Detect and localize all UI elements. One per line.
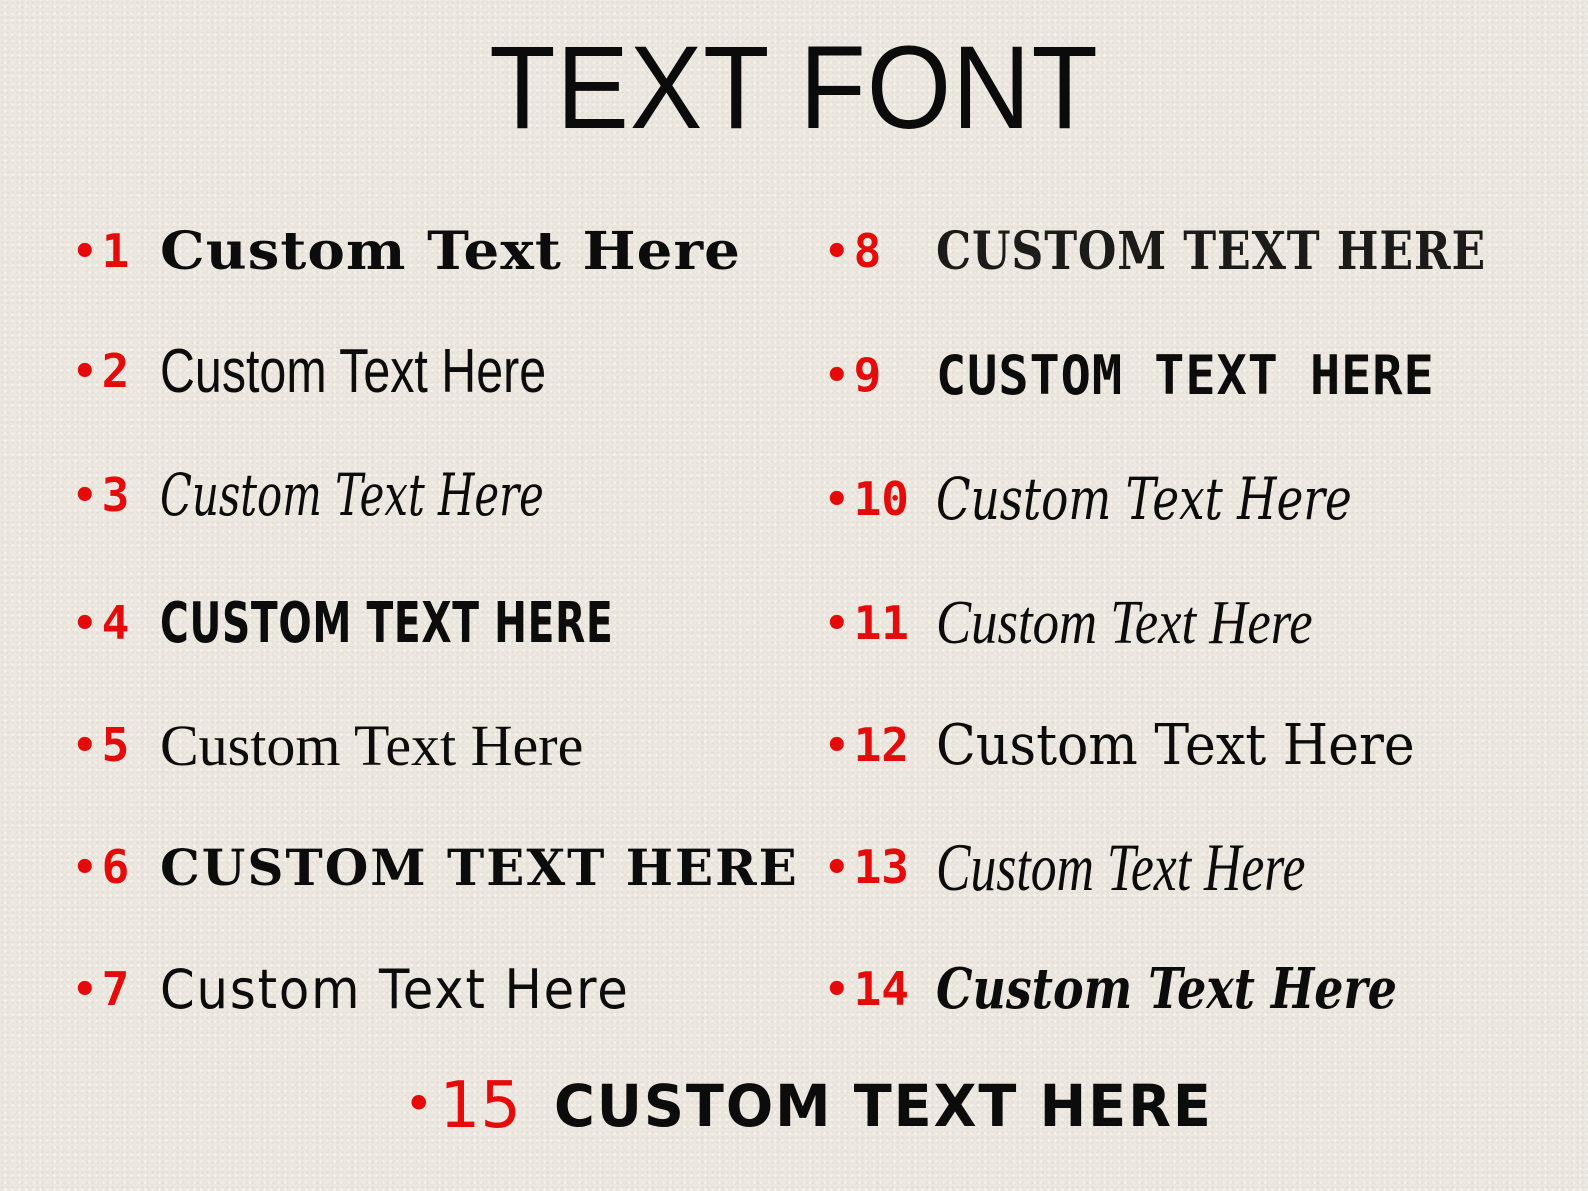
option-number: 9 <box>824 348 936 402</box>
font-option-13[interactable]: 13 Custom Text Here <box>824 822 1422 912</box>
font-option-14[interactable]: 14 Custom Text Here <box>824 944 1498 1034</box>
font-sample: Custom Text Here <box>936 828 1306 905</box>
font-sample: Custom Text Here <box>936 956 1397 1022</box>
font-sample: CUSTOM TEXT HERE <box>160 837 799 897</box>
page-title: TEXT FONT <box>489 22 1099 154</box>
font-option-1[interactable]: 1 Custom Text Here <box>72 206 740 296</box>
font-sample: Custom Text Here <box>936 588 1313 657</box>
option-number: 11 <box>824 596 936 650</box>
option-number: 15 <box>404 1069 554 1143</box>
font-sample: CUSTOM TEXT HERE <box>936 343 1435 407</box>
font-option-12[interactable]: 12 Custom Text Here <box>824 700 1451 790</box>
font-option-5[interactable]: 5 Custom Text Here <box>72 700 584 790</box>
font-option-11[interactable]: 11 Custom Text Here <box>824 578 1379 668</box>
font-option-15[interactable]: 15 CUSTOM TEXT HERE <box>404 1058 1240 1154</box>
font-sample: Custom Text Here <box>936 465 1352 533</box>
font-sample: Custom Text Here <box>160 712 584 778</box>
font-sample: Custom Text Here <box>160 336 547 406</box>
option-number: 4 <box>72 596 160 650</box>
option-number: 7 <box>72 962 160 1016</box>
font-option-2[interactable]: 2 Custom Text Here <box>72 326 655 416</box>
font-sample: CUSTOM TEXT HERE <box>160 590 614 656</box>
option-number: 13 <box>824 840 936 894</box>
font-option-4[interactable]: 4 CUSTOM TEXT HERE <box>72 578 808 668</box>
option-number: 5 <box>72 718 160 772</box>
font-sample: Custom Text Here <box>160 461 544 529</box>
font-option-8[interactable]: 8 CUSTOM TEXT HERE <box>824 206 1583 296</box>
option-number: 1 <box>72 224 160 278</box>
font-sample: Custom Text Here <box>936 712 1415 778</box>
option-number: 2 <box>72 344 160 398</box>
font-option-3[interactable]: 3 Custom Text Here <box>72 450 693 540</box>
font-sample: CUSTOM TEXT HERE <box>554 1072 1213 1140</box>
option-number: 12 <box>824 718 936 772</box>
font-option-9[interactable]: 9 CUSTOM TEXT HERE <box>824 330 1472 420</box>
option-number: 3 <box>72 468 160 522</box>
font-sample: CUSTOM TEXT HERE <box>936 220 1486 282</box>
font-sample: Custom Text Here <box>160 220 741 282</box>
option-number: 14 <box>824 962 936 1016</box>
option-number: 8 <box>824 224 936 278</box>
font-option-10[interactable]: 10 Custom Text Here <box>824 454 1469 544</box>
font-option-6[interactable]: 6 CUSTOM TEXT HERE <box>72 822 799 912</box>
option-number: 10 <box>824 472 936 526</box>
font-option-7[interactable]: 7 Custom Text Here <box>72 944 671 1034</box>
option-number: 6 <box>72 840 160 894</box>
font-sample: Custom Text Here <box>160 957 630 1021</box>
